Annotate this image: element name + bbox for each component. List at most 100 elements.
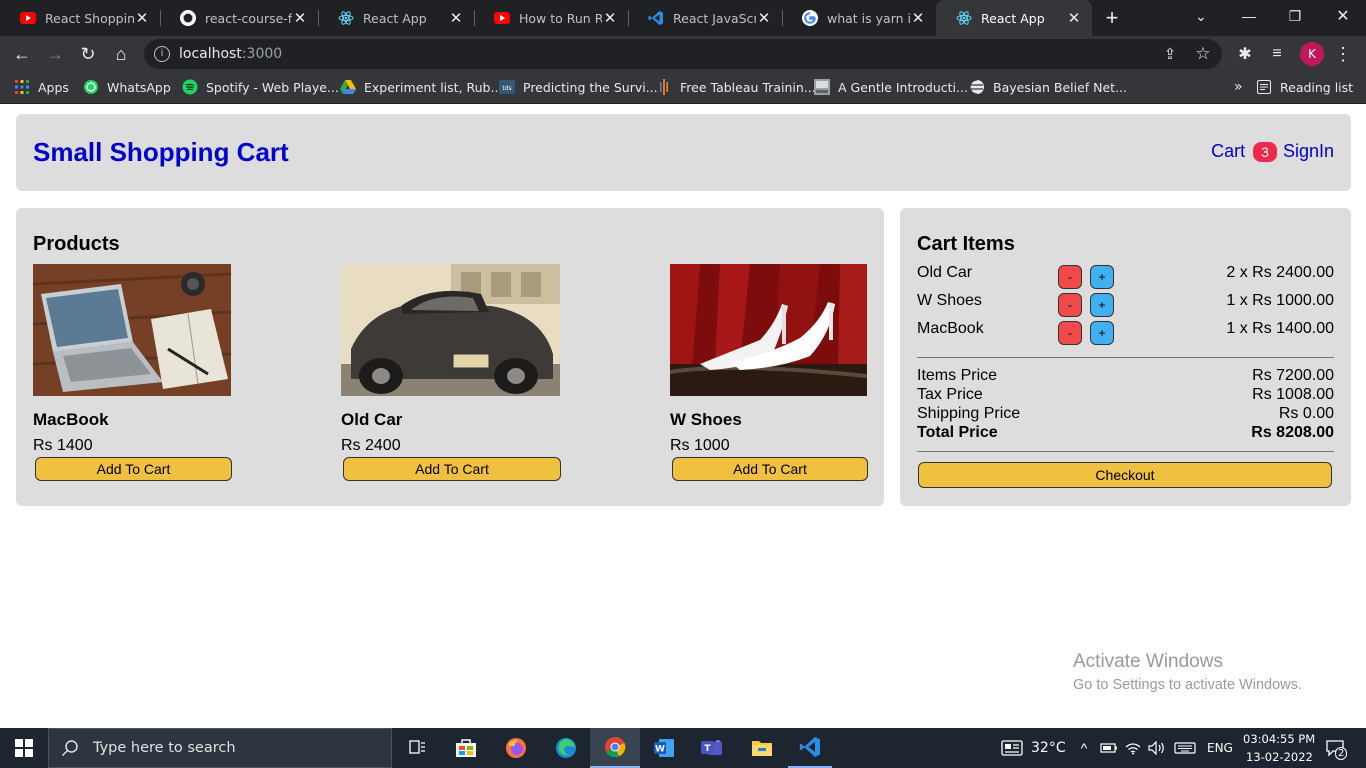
product-price: Rs 2400 (341, 437, 401, 454)
bookmark-whatsapp[interactable]: WhatsApp (83, 79, 171, 95)
increase-quantity-button[interactable]: + (1090, 321, 1114, 345)
wifi-icon[interactable] (1122, 728, 1144, 768)
tax-price-row: Tax Price Rs 1008.00 (917, 386, 1334, 405)
github-icon (180, 10, 196, 26)
volume-icon[interactable] (1146, 728, 1168, 768)
battery-icon[interactable] (1098, 728, 1120, 768)
close-icon[interactable]: ✕ (292, 9, 308, 27)
decrease-quantity-button[interactable]: - (1058, 321, 1082, 345)
url-text[interactable]: localhost:3000 (179, 46, 282, 62)
clock-date[interactable]: 13-02-2022 (1246, 750, 1313, 764)
keyboard-icon[interactable] (1172, 728, 1198, 768)
share-icon[interactable]: ⇪ (1156, 40, 1184, 68)
news-weather-icon[interactable] (998, 728, 1026, 768)
restore-icon[interactable]: ❐ (1272, 0, 1318, 32)
show-hidden-icons-chevron-icon[interactable]: ^ (1074, 728, 1094, 768)
spotify-icon (182, 79, 198, 95)
tab-react-javascript[interactable]: React JavaScript ✕ (628, 0, 782, 36)
home-icon[interactable]: ⌂ (107, 40, 135, 68)
add-to-cart-button[interactable]: Add To Cart (35, 457, 232, 481)
cart-item-qty-price: 1 x Rs 1000.00 (1226, 292, 1334, 309)
clock-time[interactable]: 03:04:55 PM (1243, 732, 1315, 746)
vscode-icon[interactable] (788, 728, 832, 768)
close-icon[interactable]: ✕ (134, 9, 150, 27)
bookmark-predicting-survival[interactable]: tds Predicting the Survi... (499, 79, 658, 95)
notification-center-icon[interactable] (1320, 728, 1350, 768)
bookmark-tableau-training[interactable]: Free Tableau Trainin... (656, 79, 816, 95)
close-icon[interactable]: ✕ (910, 9, 926, 27)
new-tab-plus-icon[interactable]: + (1098, 4, 1126, 32)
items-price-value: Rs 7200.00 (1252, 367, 1334, 384)
close-window-icon[interactable]: ✕ (1320, 0, 1366, 32)
shipping-price-value: Rs 0.00 (1278, 405, 1334, 422)
bookmark-experiment-list[interactable]: Experiment list, Rub... (340, 79, 502, 95)
close-icon[interactable]: ✕ (1066, 9, 1082, 27)
activate-windows-watermark: Activate Windows Go to Settings to activ… (1073, 651, 1302, 693)
task-view-icon[interactable] (396, 728, 440, 768)
media-control-icon[interactable]: ≡ (1263, 40, 1291, 68)
word-icon[interactable]: W (642, 728, 686, 768)
cart-item-name: Old Car (917, 264, 973, 281)
forward-arrow-icon[interactable]: → (41, 40, 69, 68)
laptop-photo[interactable] (33, 264, 231, 396)
temperature[interactable]: 32°C (1031, 740, 1066, 756)
close-icon[interactable]: ✕ (448, 9, 464, 27)
extensions-puzzle-icon[interactable]: ✱ (1231, 40, 1259, 68)
tab-react-course[interactable]: react-course-fin ✕ (160, 0, 318, 36)
product-name: MacBook (33, 410, 109, 429)
cart-item: MacBook - + 1 x Rs 1400.00 (917, 319, 1334, 347)
brand-title[interactable]: Small Shopping Cart (33, 137, 289, 168)
firefox-icon[interactable] (494, 728, 538, 768)
tab-react-shopping[interactable]: React Shopping ✕ (0, 0, 160, 36)
reading-list[interactable]: Reading list (1256, 79, 1353, 95)
file-explorer-icon[interactable] (740, 728, 784, 768)
edge-icon[interactable] (544, 728, 588, 768)
search-icon (61, 739, 79, 757)
items-price-row: Items Price Rs 7200.00 (917, 367, 1334, 386)
svg-text:tds: tds (502, 85, 511, 92)
start-windows-icon[interactable] (0, 728, 48, 768)
chrome-icon[interactable] (590, 728, 640, 768)
react-icon (956, 10, 972, 26)
bookmark-apps[interactable]: Apps (14, 79, 69, 95)
browser-toolbar: ← → ↻ ⌂ i localhost:3000 ⇪ ☆ ✱ ≡ K ⋮ (0, 36, 1366, 72)
bookmark-star-icon[interactable]: ☆ (1189, 40, 1217, 68)
windows-taskbar: Type here to search W T 32°C ^ ENG 03:04… (0, 728, 1366, 768)
back-arrow-icon[interactable]: ← (8, 40, 36, 68)
decrease-quantity-button[interactable]: - (1058, 293, 1082, 317)
bookmark-bayesian-belief[interactable]: Bayesian Belief Net... (969, 79, 1127, 95)
tab-react-app-active[interactable]: React App ✕ (936, 0, 1092, 36)
bookmark-spotify[interactable]: Spotify - Web Playe... (182, 79, 339, 95)
tab-react-app[interactable]: React App ✕ (318, 0, 474, 36)
site-info-icon[interactable]: i (154, 46, 170, 62)
add-to-cart-button[interactable]: Add To Cart (343, 457, 561, 481)
product-name: W Shoes (670, 410, 742, 429)
kebab-menu-icon[interactable]: ⋮ (1329, 40, 1357, 68)
close-icon[interactable]: ✕ (602, 9, 618, 27)
teams-icon[interactable]: T (690, 728, 734, 768)
increase-quantity-button[interactable]: + (1090, 293, 1114, 317)
input-language[interactable]: ENG (1207, 741, 1233, 755)
minimize-icon[interactable]: — (1226, 0, 1272, 32)
tab-what-is-yarn[interactable]: what is yarn in r ✕ (782, 0, 936, 36)
store-icon[interactable] (444, 728, 488, 768)
checkout-button[interactable]: Checkout (918, 462, 1332, 488)
add-to-cart-button[interactable]: Add To Cart (672, 457, 868, 481)
increase-quantity-button[interactable]: + (1090, 265, 1114, 289)
white-heels-photo[interactable] (670, 264, 867, 396)
old-car-photo[interactable] (341, 264, 560, 396)
tab-how-to-run[interactable]: How to Run Rea ✕ (474, 0, 628, 36)
tab-search-chevron-icon[interactable]: ⌄ (1178, 0, 1224, 32)
decrease-quantity-button[interactable]: - (1058, 265, 1082, 289)
taskbar-search[interactable]: Type here to search (48, 728, 392, 768)
reload-icon[interactable]: ↻ (74, 40, 102, 68)
profile-avatar[interactable]: K (1300, 42, 1324, 66)
cart-item: W Shoes - + 1 x Rs 1000.00 (917, 291, 1334, 319)
close-icon[interactable]: ✕ (756, 9, 772, 27)
nav-signin-link[interactable]: SignIn (1283, 141, 1334, 162)
more-bookmarks-chevron-icon[interactable]: » (1234, 79, 1243, 95)
nav-cart-link[interactable]: Cart (1211, 141, 1245, 162)
bookmark-gentle-introduction[interactable]: A Gentle Introducti... (814, 79, 968, 95)
shipping-price-row: Shipping Price Rs 0.00 (917, 405, 1334, 424)
address-bar[interactable]: i localhost:3000 ⇪ ☆ (144, 39, 1222, 69)
